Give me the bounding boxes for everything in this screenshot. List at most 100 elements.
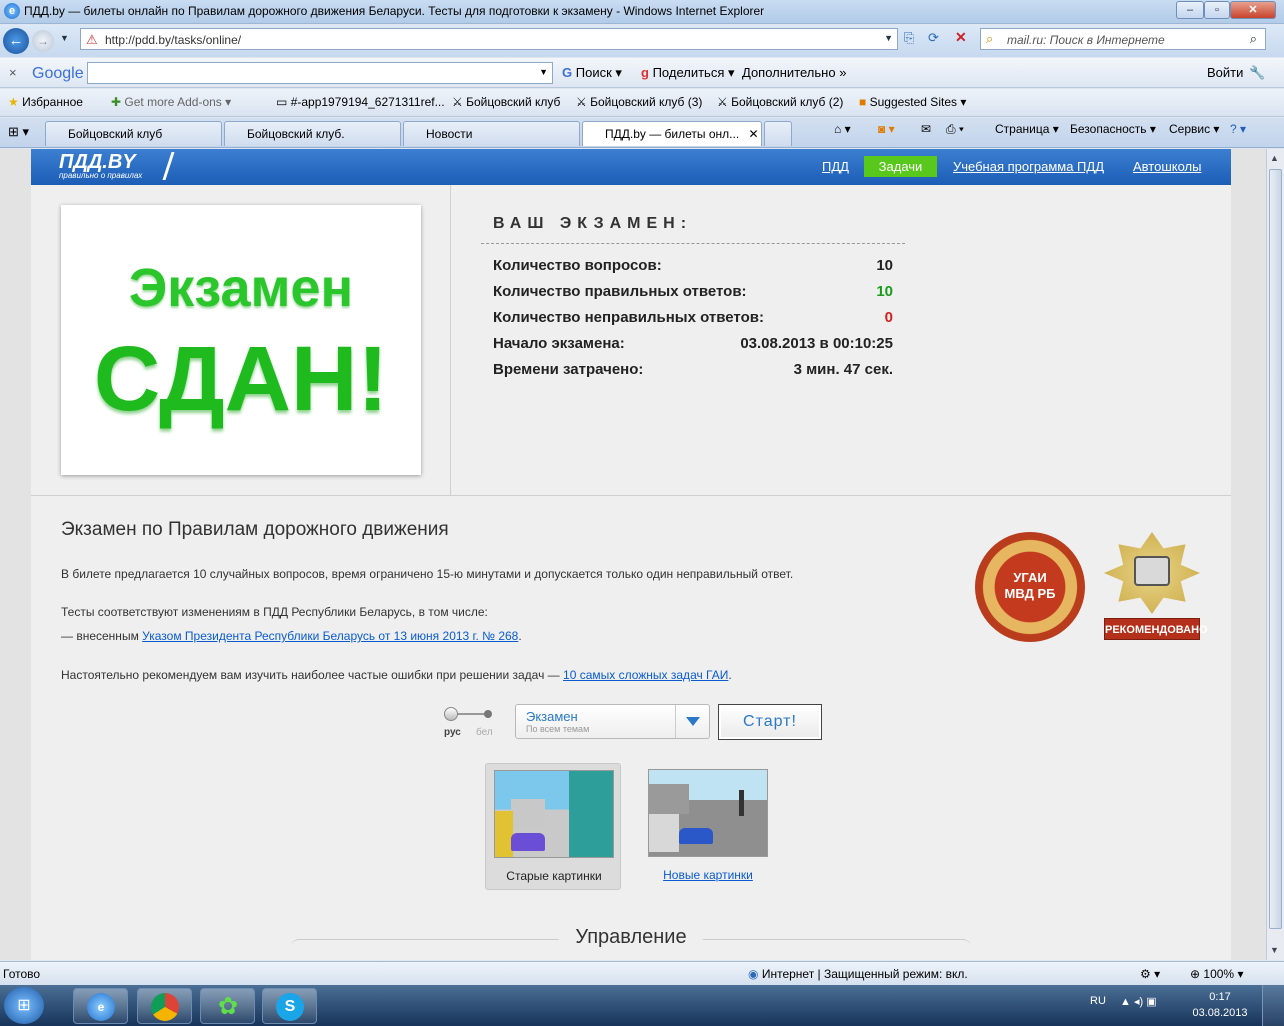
history-dropdown-icon[interactable]: ▼ [60, 33, 69, 43]
forward-button[interactable]: → [32, 30, 54, 52]
new-pictures-option[interactable]: Новые картинки [648, 769, 770, 889]
maximize-button[interactable]: ▫ [1204, 1, 1230, 19]
vertical-scrollbar[interactable]: ▲ ▼ [1266, 149, 1284, 960]
taskbar-clock[interactable]: 0:17 03.08.2013 [1190, 989, 1250, 1021]
old-pictures-option[interactable]: Старые картинки [485, 763, 621, 890]
protected-mode-icon[interactable]: ⚙ ▾ [1140, 967, 1160, 981]
tab-club[interactable]: Бойцовский клуб [45, 121, 222, 146]
fav-label: Бойцовский клуб (3) [590, 95, 703, 109]
page-icon: ▭ [276, 95, 288, 109]
info-paragraph-2: Тесты соответствуют изменениям в ПДД Рес… [61, 605, 488, 619]
language-toggle[interactable]: рус бел [442, 707, 496, 747]
google-logo: Google [32, 65, 84, 82]
scroll-up-icon[interactable]: ▲ [1270, 153, 1279, 163]
lang-bel[interactable]: бел [476, 727, 493, 738]
address-dropdown-icon[interactable]: ▼ [884, 33, 893, 43]
tray-icons[interactable]: ▲ ◂) ▣ [1120, 995, 1157, 1008]
show-desktop-button[interactable] [1262, 985, 1284, 1026]
network-icon[interactable]: ▣ [1146, 996, 1156, 1008]
search-placeholder: mail.ru: Поиск в Интернете [1007, 33, 1165, 47]
search-box[interactable]: ⌕ mail.ru: Поиск в Интернете ⌕ [980, 28, 1266, 50]
taskbar-skype[interactable]: S [262, 988, 317, 1024]
fav-item-club[interactable]: ⚔ Бойцовский клуб [452, 95, 560, 109]
select-arrow[interactable] [675, 705, 709, 738]
tray-arrow-icon[interactable]: ▲ [1120, 996, 1131, 1008]
text: . [728, 668, 732, 682]
stat-row-questions: Количество вопросов: 10 [493, 257, 893, 279]
globe-icon: ◉ [748, 967, 759, 981]
fav-item-app[interactable]: ▭ #-app1979194_6271311ref... [276, 95, 445, 109]
toggle-knob[interactable] [444, 707, 458, 721]
hard-tasks-link[interactable]: 10 самых сложных задач ГАИ [563, 668, 728, 682]
scroll-down-icon[interactable]: ▼ [1270, 945, 1279, 955]
chevron-down-icon[interactable]: ▼ [539, 67, 548, 77]
back-button[interactable]: ← [3, 28, 29, 54]
exam-mode-select[interactable]: Экзамен По всем темам [515, 704, 710, 739]
building [649, 784, 689, 814]
start-orb[interactable]: ⊞ [4, 987, 44, 1024]
fav-item-suggested[interactable]: ■ Suggested Sites ▾ [859, 95, 966, 109]
new-pictures-label[interactable]: Новые картинки [648, 868, 768, 882]
favorites-button[interactable]: ★ Избранное [8, 95, 83, 109]
text: Настоятельно рекомендуем вам изучить наи… [61, 668, 560, 682]
info-paragraph-4: Настоятельно рекомендуем вам изучить наи… [61, 668, 732, 682]
help-icon[interactable]: ? ▾ [1230, 122, 1246, 136]
rss-icon[interactable]: ◙ ▾ [878, 122, 895, 136]
compatibility-icon[interactable]: ⎘ [904, 30, 914, 46]
close-toolbar-icon[interactable]: × [9, 65, 17, 80]
zone-text: Интернет | Защищенный режим: вкл. [761, 967, 968, 981]
minimize-button[interactable]: – [1176, 1, 1204, 19]
new-pictures-link[interactable]: Новые картинки [663, 868, 753, 882]
refresh-icon[interactable]: ⟳ [928, 30, 939, 46]
fav-item-club-2[interactable]: ⚔ Бойцовский клуб (2) [717, 95, 843, 109]
close-button[interactable]: ✕ [1230, 1, 1276, 19]
taskbar-chrome[interactable] [137, 988, 192, 1024]
google-search-input[interactable]: ▼ [87, 62, 553, 84]
address-bar[interactable]: ⚠ http://pdd.by/tasks/online/ ▼ [80, 28, 898, 50]
tab-club-2[interactable]: Бойцовский клуб. [224, 121, 401, 146]
tools-menu[interactable]: Сервис ▾ [1169, 122, 1219, 136]
mail-icon[interactable]: ✉ [921, 122, 931, 136]
swords-icon: ⚔ [576, 95, 587, 109]
volume-icon[interactable]: ◂) [1134, 996, 1143, 1008]
more-button[interactable]: Дополнительно » [742, 65, 846, 80]
swords-icon: ⚔ [452, 95, 463, 109]
nav-schools[interactable]: Автошколы [1133, 159, 1201, 174]
zone-indicator[interactable]: ◉ Интернет | Защищенный режим: вкл. [748, 967, 968, 981]
stop-icon[interactable]: ✕ [955, 29, 967, 46]
taskbar-ie[interactable]: e [73, 988, 128, 1024]
start-button[interactable]: Старт! [718, 704, 822, 740]
google-search-button[interactable]: G Поиск ▾ [562, 65, 622, 81]
input-language[interactable]: RU [1090, 995, 1106, 1007]
scroll-thumb[interactable] [1269, 169, 1282, 929]
badge-ribbon: РЕКОМЕНДОВАНО [1104, 618, 1208, 640]
safety-menu[interactable]: Безопасность ▾ [1070, 122, 1156, 136]
icq-flower-icon: ✿ [217, 993, 239, 1020]
share-icon: g [641, 65, 649, 80]
close-tab-icon[interactable]: ✕ [749, 127, 759, 141]
print-icon[interactable]: ⎙ ▾ [946, 122, 964, 137]
chrome-icon [151, 993, 179, 1021]
home-icon[interactable]: ⌂ ▾ [834, 122, 851, 136]
swords-icon: ⚔ [717, 95, 728, 109]
decree-link[interactable]: Указом Президента Республики Беларусь от… [142, 629, 518, 643]
site-logo-sub: правильно о правилах [59, 171, 143, 180]
zoom-control[interactable]: ⊕ 100% ▾ [1190, 967, 1243, 981]
tab-label: ПДД.by — билеты онл... [605, 127, 740, 141]
new-tab-button[interactable] [764, 121, 792, 146]
tab-news[interactable]: Новости [403, 121, 580, 146]
search-icon[interactable]: ⌕ [1250, 31, 1257, 47]
tab-pdd[interactable]: ПДД.by — билеты онл... ✕ [582, 121, 762, 146]
share-button[interactable]: g Поделиться ▾ [641, 65, 735, 81]
fav-item-club-3[interactable]: ⚔ Бойцовский клуб (3) [576, 95, 702, 109]
page-menu[interactable]: Страница ▾ [995, 122, 1059, 136]
login-button[interactable]: Войти [1207, 65, 1243, 80]
nav-tasks[interactable]: Задачи [864, 156, 937, 177]
nav-program[interactable]: Учебная программа ПДД [953, 159, 1104, 174]
nav-pdd[interactable]: ПДД [822, 159, 849, 174]
taskbar-icq[interactable]: ✿ [200, 988, 255, 1024]
fav-item-addons[interactable]: ✚ Get more Add-ons ▾ [111, 95, 231, 109]
lang-rus[interactable]: рус [444, 727, 461, 738]
wrench-icon[interactable]: 🔧 [1249, 65, 1265, 81]
quick-tabs-icon[interactable]: ⊞ ▾ [8, 124, 29, 140]
